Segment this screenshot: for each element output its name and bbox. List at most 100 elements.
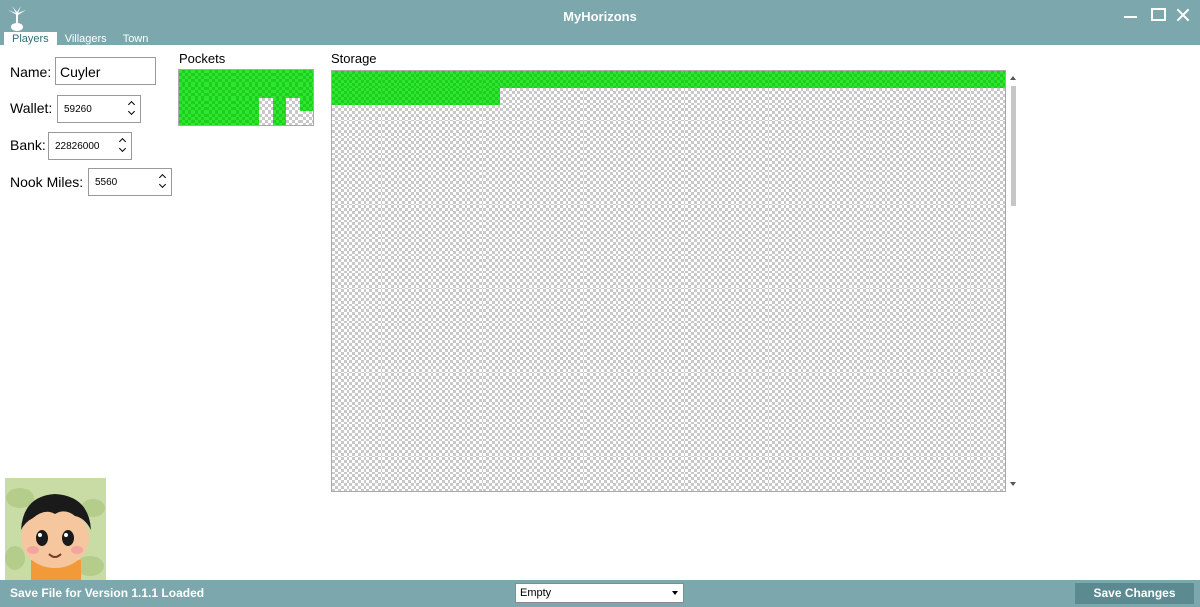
item-slot[interactable] (601, 390, 619, 407)
item-slot[interactable] (432, 87, 450, 105)
item-slot[interactable] (618, 188, 635, 206)
item-slot[interactable] (179, 70, 193, 84)
item-slot[interactable] (567, 457, 585, 475)
item-slot[interactable] (836, 272, 854, 290)
item-slot[interactable] (752, 356, 770, 374)
item-slot[interactable] (954, 104, 972, 122)
item-slot[interactable] (971, 289, 989, 307)
item-slot[interactable] (870, 71, 888, 88)
item-slot[interactable] (500, 289, 518, 307)
item-slot[interactable] (836, 457, 854, 475)
item-slot[interactable] (332, 87, 349, 105)
item-slot[interactable] (550, 306, 568, 323)
item-slot[interactable] (432, 138, 450, 155)
item-slot[interactable] (449, 188, 467, 206)
item-slot[interactable] (920, 322, 938, 340)
item-slot[interactable] (870, 121, 888, 139)
item-slot[interactable] (533, 440, 551, 458)
item-slot[interactable] (887, 356, 905, 374)
item-slot[interactable] (651, 373, 669, 391)
item-slot[interactable] (618, 87, 635, 105)
item-slot[interactable] (399, 71, 417, 88)
item-slot[interactable] (533, 289, 551, 307)
item-slot[interactable] (887, 440, 905, 458)
item-slot[interactable] (920, 272, 938, 290)
name-input[interactable]: Cuyler (55, 57, 156, 85)
item-slot[interactable] (299, 70, 313, 84)
item-slot[interactable] (500, 406, 518, 424)
item-slot[interactable] (332, 205, 349, 223)
item-slot[interactable] (971, 205, 989, 223)
item-slot[interactable] (348, 406, 366, 424)
item-slot[interactable] (517, 255, 534, 273)
item-slot[interactable] (449, 406, 467, 424)
item-slot[interactable] (348, 171, 366, 189)
item-slot[interactable] (803, 272, 820, 290)
item-slot[interactable] (786, 390, 804, 407)
item-slot[interactable] (550, 339, 568, 357)
item-slot[interactable] (382, 322, 400, 340)
item-slot[interactable] (819, 406, 837, 424)
item-slot[interactable] (449, 474, 467, 491)
item-slot[interactable] (382, 154, 400, 172)
item-slot[interactable] (836, 255, 854, 273)
item-slot[interactable] (601, 373, 619, 391)
item-slot[interactable] (348, 205, 366, 223)
item-slot[interactable] (685, 154, 703, 172)
item-slot[interactable] (483, 322, 501, 340)
item-slot[interactable] (971, 87, 989, 105)
item-slot[interactable] (517, 87, 534, 105)
item-slot[interactable] (601, 154, 619, 172)
item-slot[interactable] (769, 406, 787, 424)
item-slot[interactable] (601, 238, 619, 256)
item-slot[interactable] (533, 474, 551, 491)
item-slot[interactable] (803, 255, 820, 273)
item-slot[interactable] (668, 339, 686, 357)
item-slot[interactable] (988, 440, 1005, 458)
item-slot[interactable] (718, 339, 736, 357)
item-slot[interactable] (904, 289, 921, 307)
item-slot[interactable] (735, 87, 753, 105)
nook-miles-decrement-icon[interactable] (158, 182, 168, 192)
item-slot[interactable] (769, 87, 787, 105)
item-slot[interactable] (769, 457, 787, 475)
item-slot[interactable] (432, 390, 450, 407)
item-slot[interactable] (786, 272, 804, 290)
item-slot[interactable] (567, 474, 585, 491)
item-slot[interactable] (232, 83, 246, 98)
item-slot[interactable] (685, 339, 703, 357)
item-slot[interactable] (735, 138, 753, 155)
item-slot[interactable] (870, 272, 888, 290)
item-slot[interactable] (786, 356, 804, 374)
item-slot[interactable] (466, 373, 484, 391)
item-slot[interactable] (651, 339, 669, 357)
item-slot[interactable] (920, 87, 938, 105)
item-slot[interactable] (500, 222, 518, 239)
item-slot[interactable] (735, 457, 753, 475)
item-slot[interactable] (954, 255, 972, 273)
item-slot[interactable] (920, 255, 938, 273)
item-slot[interactable] (618, 121, 635, 139)
item-slot[interactable] (752, 339, 770, 357)
item-slot[interactable] (584, 356, 602, 374)
item-slot[interactable] (550, 406, 568, 424)
item-slot[interactable] (517, 71, 534, 88)
item-slot[interactable] (920, 306, 938, 323)
item-slot[interactable] (179, 97, 193, 112)
item-slot[interactable] (416, 121, 433, 139)
item-slot[interactable] (179, 111, 193, 125)
item-slot[interactable] (769, 373, 787, 391)
item-slot[interactable] (718, 222, 736, 239)
item-slot[interactable] (853, 238, 871, 256)
item-slot[interactable] (920, 457, 938, 475)
item-slot[interactable] (971, 306, 989, 323)
item-slot[interactable] (466, 272, 484, 290)
item-slot[interactable] (416, 104, 433, 122)
item-slot[interactable] (500, 121, 518, 139)
item-slot[interactable] (618, 423, 635, 441)
item-slot[interactable] (651, 474, 669, 491)
item-slot[interactable] (348, 373, 366, 391)
item-slot[interactable] (517, 272, 534, 290)
item-slot[interactable] (769, 423, 787, 441)
item-slot[interactable] (416, 222, 433, 239)
